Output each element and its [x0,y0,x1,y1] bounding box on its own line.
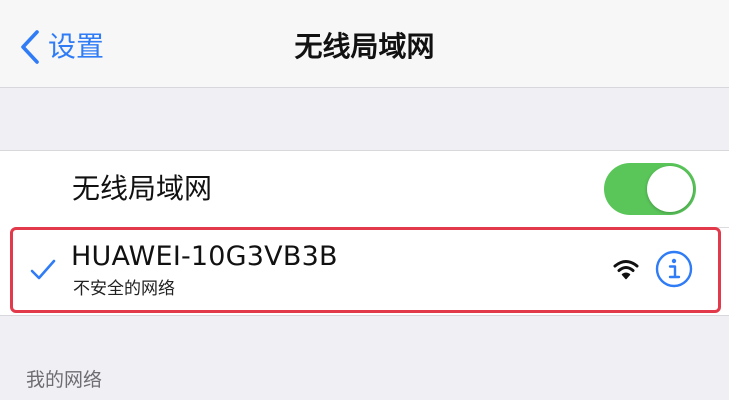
network-ssid: HUAWEI-10G3VB3B [71,241,338,272]
wifi-toggle-switch[interactable] [604,163,696,215]
wifi-toggle-label: 无线局域网 [72,172,213,205]
wifi-settings-group: 无线局域网 HUAWEI-10G3VB3B 不安全的网络 [0,150,729,316]
network-security-note: 不安全的网络 [73,279,175,299]
page-title: 无线局域网 [294,30,435,63]
connected-network-row[interactable]: HUAWEI-10G3VB3B 不安全的网络 [10,227,721,313]
switch-knob [647,166,693,212]
wifi-toggle-row: 无线局域网 [0,151,729,227]
navigation-bar: 设置 无线局域网 [0,0,729,88]
checkmark-icon [30,259,56,280]
info-icon[interactable] [655,250,693,288]
wifi-icon [613,260,639,280]
section-header-my-networks: 我的网络 [26,369,103,391]
